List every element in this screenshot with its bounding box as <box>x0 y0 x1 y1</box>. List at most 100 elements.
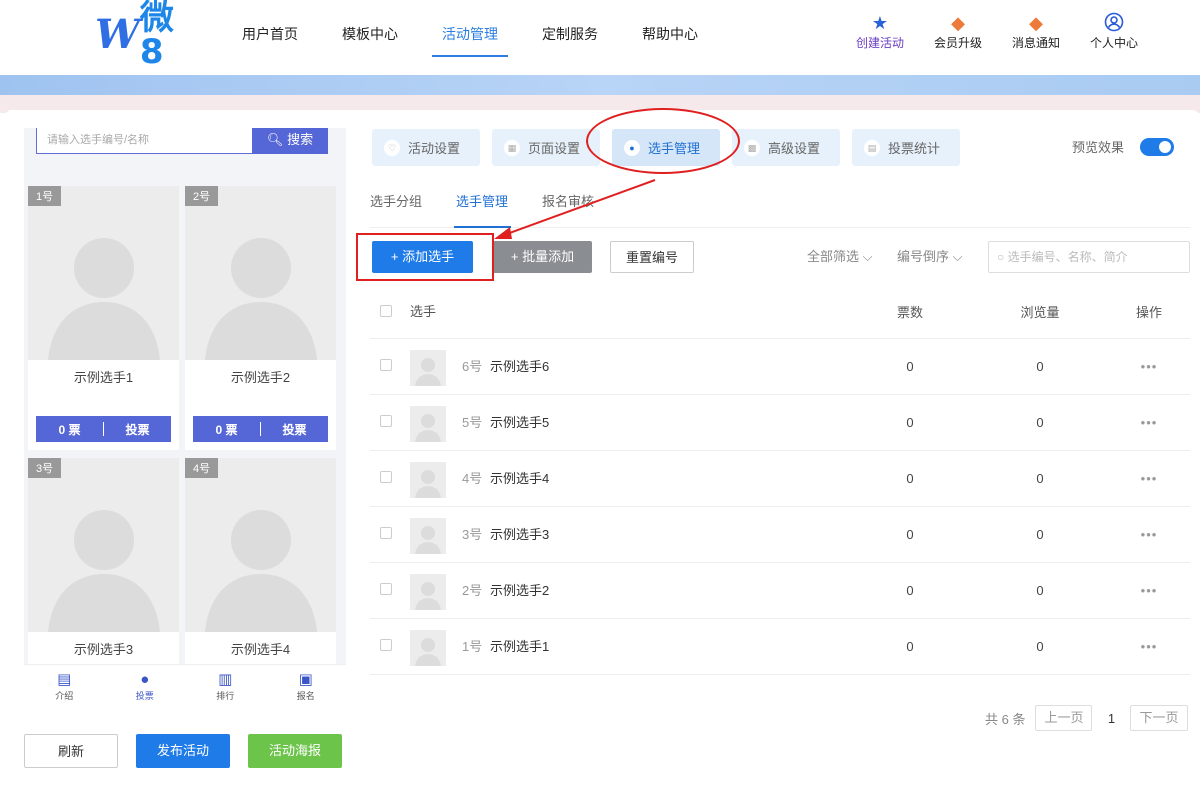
vote-bar[interactable]: 0 票 投票 <box>193 416 328 442</box>
preview-search-input[interactable]: 请输入选手编号/名称 <box>36 128 252 154</box>
preview-search-button-label: 搜索 <box>287 132 314 147</box>
preview-tab-vote[interactable]: ● 投票 <box>105 665 186 712</box>
player-views: 0 <box>1036 527 1044 542</box>
bar-chart-icon: ▥ <box>218 671 233 688</box>
refresh-button[interactable]: 刷新 <box>24 734 118 768</box>
more-actions-button[interactable]: ••• <box>1124 507 1174 563</box>
row-checkbox[interactable] <box>380 583 392 595</box>
vote-count: 0 票 <box>58 422 81 437</box>
player-number: 1号 <box>462 639 483 654</box>
header-views: 浏览量 <box>1020 305 1060 320</box>
player-name: 示例选手2 <box>230 370 291 385</box>
preview-tab-ranking[interactable]: ▥ 排行 <box>185 665 266 712</box>
table-row: 4号 示例选手4 0 0 ••• <box>370 451 1190 507</box>
preview-effect-toggle: 预览效果 <box>1072 137 1175 156</box>
filter-all-dropdown[interactable]: 全部筛选 ⌵ <box>807 241 873 273</box>
row-checkbox[interactable] <box>380 527 392 539</box>
row-checkbox[interactable] <box>380 471 392 483</box>
player-card[interactable]: 2号 示例选手2 0 票 投票 <box>185 186 336 450</box>
tab-activity-settings[interactable]: ♡ 活动设置 <box>372 129 480 166</box>
player-photo: 4号 <box>185 458 336 632</box>
brand-logo[interactable]: W 微8 <box>95 1 195 69</box>
player-number-badge: 1号 <box>28 186 62 206</box>
player-votes: 0 <box>906 639 914 654</box>
heart-icon: ♡ <box>384 139 400 156</box>
publish-activity-button[interactable]: 发布活动 <box>136 734 230 768</box>
select-all-checkbox[interactable] <box>380 305 392 317</box>
main-nav: 用户首页 模板中心 活动管理 定制服务 帮助中心 <box>220 0 720 75</box>
player-search-input[interactable]: ○ 选手编号、名称、简介 <box>988 241 1190 273</box>
reset-numbers-button[interactable]: 重置编号 <box>610 241 694 273</box>
player-card[interactable]: 1号 示例选手1 0 票 投票 <box>28 186 179 450</box>
nav-item-template-center[interactable]: 模板中心 <box>320 0 420 57</box>
notifications-label: 消息通知 <box>1011 36 1060 50</box>
table-header-row: 选手 票数 浏览量 操作 <box>370 285 1190 339</box>
chevron-down-icon: ⌵ <box>952 249 963 264</box>
search-icon: 🔍︎ <box>266 132 284 147</box>
preview-tab-signup[interactable]: ▣ 报名 <box>266 665 347 712</box>
prev-page-button[interactable]: 上一页 <box>1035 705 1093 731</box>
personal-center-button[interactable]: 个人中心 <box>1088 12 1140 51</box>
tab-vote-statistics[interactable]: ▤ 投票统计 <box>852 129 960 166</box>
player-table: 选手 票数 浏览量 操作 6号 示例选手6 0 0 ••• 5号 示例选手5 0… <box>370 285 1190 675</box>
tab-label: 页面设置 <box>528 141 581 156</box>
nav-item-activity-management[interactable]: 活动管理 <box>420 0 520 57</box>
avatar-placeholder-icon <box>415 358 441 386</box>
player-number-badge: 3号 <box>28 458 62 478</box>
nav-item-custom-service[interactable]: 定制服务 <box>520 0 620 57</box>
vote-bar[interactable]: 0 票 投票 <box>36 416 171 442</box>
activity-poster-button[interactable]: 活动海报 <box>248 734 342 768</box>
vote-button[interactable]: 投票 <box>104 421 171 438</box>
player-name: 示例选手1 <box>73 370 134 385</box>
nav-item-help-center[interactable]: 帮助中心 <box>620 0 720 57</box>
pagination: 共 6 条 上一页 1 下一页 <box>985 705 1188 731</box>
player-votes: 0 <box>906 583 914 598</box>
vote-count: 0 票 <box>215 422 238 437</box>
total-count: 共 6 条 <box>985 711 1026 727</box>
preview-action-buttons: 刷新 发布活动 活动海报 <box>24 734 342 768</box>
tab-label: 高级设置 <box>768 141 821 156</box>
player-thumbnail <box>410 630 446 666</box>
document-icon: ▤ <box>57 671 72 688</box>
create-activity-label: 创建活动 <box>855 36 904 50</box>
more-actions-button[interactable]: ••• <box>1124 563 1174 619</box>
member-upgrade-button[interactable]: ◆ 会员升级 <box>932 12 984 51</box>
diamond-icon: ◆ <box>951 13 965 33</box>
preview-bottom-tabs: ▤ 介绍 ● 投票 ▥ 排行 ▣ 报名 <box>24 664 346 712</box>
more-actions-button[interactable]: ••• <box>1124 619 1174 675</box>
notifications-button[interactable]: ◆ 消息通知 <box>1010 12 1062 51</box>
current-page[interactable]: 1 <box>1102 711 1120 726</box>
more-actions-button[interactable]: ••• <box>1124 395 1174 451</box>
create-activity-button[interactable]: ★ 创建活动 <box>854 12 906 51</box>
preview-tab-intro[interactable]: ▤ 介绍 <box>24 665 105 712</box>
player-card[interactable]: 4号 示例选手4 <box>185 458 336 664</box>
row-checkbox[interactable] <box>380 415 392 427</box>
player-votes: 0 <box>906 359 914 374</box>
row-checkbox[interactable] <box>380 639 392 651</box>
player-card[interactable]: 3号 示例选手3 <box>28 458 179 664</box>
player-votes: 0 <box>906 527 914 542</box>
vote-button[interactable]: 投票 <box>261 421 328 438</box>
avatar-placeholder-icon <box>415 526 441 554</box>
next-page-button[interactable]: 下一页 <box>1130 705 1188 731</box>
tab-advanced-settings[interactable]: ▩ 高级设置 <box>732 129 840 166</box>
batch-add-button[interactable]: + 批量添加 <box>493 241 592 273</box>
player-thumbnail <box>410 574 446 610</box>
tab-page-settings[interactable]: ▦ 页面设置 <box>492 129 600 166</box>
player-views: 0 <box>1036 471 1044 486</box>
nav-item-user-home[interactable]: 用户首页 <box>220 0 320 57</box>
player-name: 示例选手6 <box>490 359 550 374</box>
tab-label: 活动设置 <box>408 141 461 156</box>
player-thumbnail <box>410 406 446 442</box>
more-actions-button[interactable]: ••• <box>1124 339 1174 395</box>
subtab-player-groups[interactable]: 选手分组 <box>370 188 439 227</box>
player-name: 示例选手4 <box>230 642 291 657</box>
preview-search-button[interactable]: 🔍︎ 搜索 <box>252 128 328 154</box>
avatar-placeholder-icon <box>415 470 441 498</box>
annotation-rectangle <box>356 233 494 281</box>
preview-tab-label: 介绍 <box>55 691 74 701</box>
preview-effect-switch[interactable] <box>1140 137 1175 156</box>
more-actions-button[interactable]: ••• <box>1124 451 1174 507</box>
row-checkbox[interactable] <box>380 359 392 371</box>
sort-order-dropdown[interactable]: 编号倒序 ⌵ <box>897 241 963 273</box>
